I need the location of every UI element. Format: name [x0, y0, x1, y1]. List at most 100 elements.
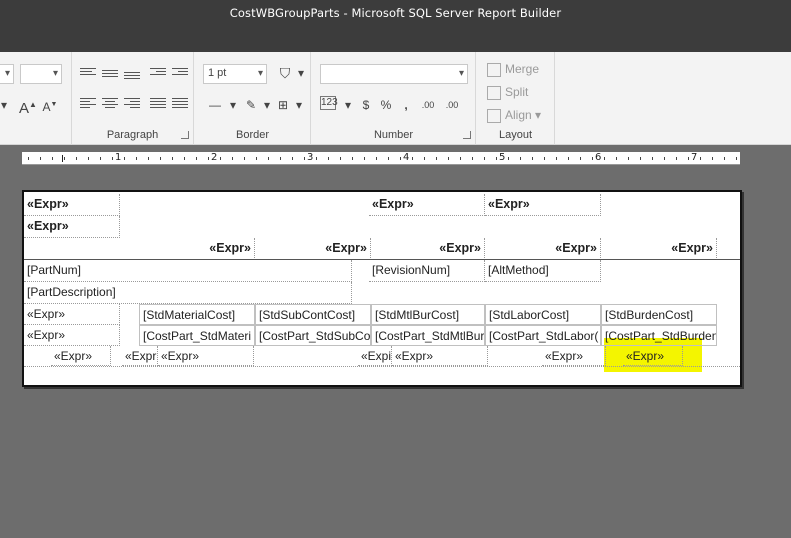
numbered-list-icon[interactable] — [172, 98, 188, 110]
report-cell[interactable]: [StdMaterialCost] — [139, 304, 255, 325]
border-width-combo[interactable]: 1 pt ▾ — [203, 64, 267, 84]
dropdown-arrow-icon[interactable]: ▾ — [0, 96, 14, 114]
bulleted-list-icon[interactable] — [150, 98, 166, 110]
align-center-icon[interactable] — [102, 98, 118, 110]
ruler-tick — [112, 157, 113, 160]
ruler-tick — [676, 157, 677, 160]
align-bottom-icon[interactable] — [124, 72, 140, 84]
report-cell[interactable]: «Expr» — [255, 238, 371, 260]
report-cell[interactable]: «Expr» — [24, 216, 120, 238]
split-button[interactable]: Split — [487, 83, 528, 101]
border-style-icon[interactable]: — — [205, 96, 225, 114]
ruler-margin-marker — [62, 155, 63, 162]
ruler-label: 1 — [115, 152, 122, 163]
report-cell[interactable]: [StdBurdenCost] — [601, 304, 717, 325]
report-cell[interactable]: [PartDescription] — [24, 282, 352, 304]
dropdown-arrow-icon[interactable]: ▾ — [289, 96, 309, 114]
ruler-tick — [136, 157, 137, 160]
merge-icon — [487, 62, 501, 77]
report-cell[interactable]: «Expr — [122, 346, 158, 366]
ruler-tick — [736, 157, 737, 160]
report-cell[interactable]: [CostPart_StdBurden — [601, 325, 717, 346]
report-cell[interactable]: «Expr» — [369, 194, 485, 216]
report-cell[interactable]: [CostPart_StdMateri — [139, 325, 255, 346]
shrink-font-icon[interactable]: A▼ — [40, 96, 60, 114]
number-launcher-icon[interactable] — [463, 131, 471, 139]
ruler-tick — [40, 157, 41, 160]
report-cell[interactable]: [StdMtlBurCost] — [371, 304, 485, 325]
ruler-tick — [340, 157, 341, 160]
ruler-tick — [148, 157, 149, 160]
report-cell[interactable]: «Expr» — [542, 346, 606, 366]
ruler-label: 6 — [595, 152, 602, 163]
report-cell[interactable]: «Expr» — [485, 238, 601, 260]
ruler-tick — [604, 157, 605, 160]
ruler-tick — [592, 157, 593, 160]
percent-icon[interactable]: % — [376, 96, 396, 114]
report-cell[interactable]: «Expr» — [51, 346, 111, 366]
report-cell[interactable]: [CostPart_StdMtlBur — [371, 325, 485, 346]
footer-divider — [24, 366, 740, 367]
ruler-tick — [712, 157, 713, 160]
ruler-label: 4 — [403, 152, 410, 163]
number-format-icon[interactable]: 123 — [320, 96, 338, 110]
ruler-tick — [724, 157, 725, 160]
align-middle-icon[interactable] — [102, 70, 118, 82]
report-cell[interactable]: [StdSubContCost] — [255, 304, 371, 325]
ruler-tick — [436, 157, 437, 160]
report-cell[interactable]: «Expr» — [371, 238, 485, 260]
font-size-combo[interactable]: ▾ — [20, 64, 62, 84]
ruler-tick — [688, 157, 689, 160]
report-body[interactable]: «Expr» «Expr» «Expr» «Expr» «Expr» «Expr… — [22, 190, 742, 387]
ruler-label: 5 — [499, 152, 506, 163]
ruler-tick — [352, 157, 353, 160]
horizontal-ruler: 1 2 3 4 5 6 7 — [22, 152, 740, 165]
ruler-tick — [388, 157, 389, 160]
report-cell[interactable]: [RevisionNum] — [369, 260, 485, 282]
report-cell[interactable]: «Expr» — [601, 238, 717, 260]
align-top-icon[interactable] — [80, 68, 96, 80]
dropdown-arrow-icon[interactable]: ▾ — [223, 96, 243, 114]
chevron-down-icon: ▾ — [52, 68, 58, 79]
report-cell[interactable]: [PartNum] — [24, 260, 352, 282]
dropdown-arrow-icon[interactable]: ▾ — [338, 96, 358, 114]
ruler-tick — [76, 157, 77, 160]
report-cell[interactable]: «Expr» — [24, 304, 120, 325]
report-cell[interactable]: «Expr» — [392, 346, 488, 366]
report-cell[interactable]: [CostPart_StdLabor( — [485, 325, 601, 346]
report-cell[interactable]: «Expi — [358, 346, 392, 366]
align-icon — [487, 108, 501, 123]
ruler-tick — [304, 157, 305, 160]
paragraph-launcher-icon[interactable] — [181, 131, 189, 139]
report-cell[interactable]: «Expr» — [139, 238, 255, 260]
report-cell[interactable]: «Expr» — [24, 325, 120, 346]
merge-button[interactable]: Merge — [487, 60, 539, 78]
ruler-tick — [472, 157, 473, 160]
decrease-decimals-icon[interactable]: .00 — [418, 96, 438, 114]
increase-decimals-icon[interactable]: .00 — [442, 96, 462, 114]
align-left-icon[interactable] — [80, 98, 96, 110]
ribbon: ▾ ▾ ▾ A▲ A▼ Paragraph 1 pt ▾ ⛉ ▾ — ▾ ✎ ▾ … — [0, 52, 791, 145]
currency-icon[interactable]: $ — [356, 96, 376, 114]
comma-icon[interactable]: , — [396, 96, 416, 114]
report-cell[interactable]: [StdLaborCost] — [485, 304, 601, 325]
ruler-tick — [316, 157, 317, 160]
align-right-icon[interactable] — [124, 98, 140, 110]
report-cell[interactable]: «Expr» — [158, 346, 254, 366]
ruler-tick — [100, 157, 101, 160]
window-title: CostWBGroupParts - Microsoft SQL Server … — [229, 6, 562, 20]
report-cell[interactable]: «Expr» — [485, 194, 601, 216]
layout-label: Layout — [498, 129, 533, 141]
grow-font-icon[interactable]: A▲ — [18, 96, 38, 117]
report-cell[interactable]: «Expr» — [24, 194, 120, 216]
increase-indent-icon[interactable] — [172, 68, 188, 80]
ruler-tick — [520, 157, 521, 160]
report-cell[interactable]: «Expr» — [623, 346, 683, 366]
align-button[interactable]: Align ▾ — [487, 106, 541, 124]
dropdown-arrow-icon[interactable]: ▾ — [291, 64, 311, 82]
font-family-combo[interactable]: ▾ — [0, 64, 14, 84]
report-cell[interactable]: [CostPart_StdSubCo — [255, 325, 371, 346]
decrease-indent-icon[interactable] — [150, 68, 166, 80]
report-cell[interactable]: [AltMethod] — [485, 260, 601, 282]
number-format-combo[interactable]: ▾ — [320, 64, 468, 84]
